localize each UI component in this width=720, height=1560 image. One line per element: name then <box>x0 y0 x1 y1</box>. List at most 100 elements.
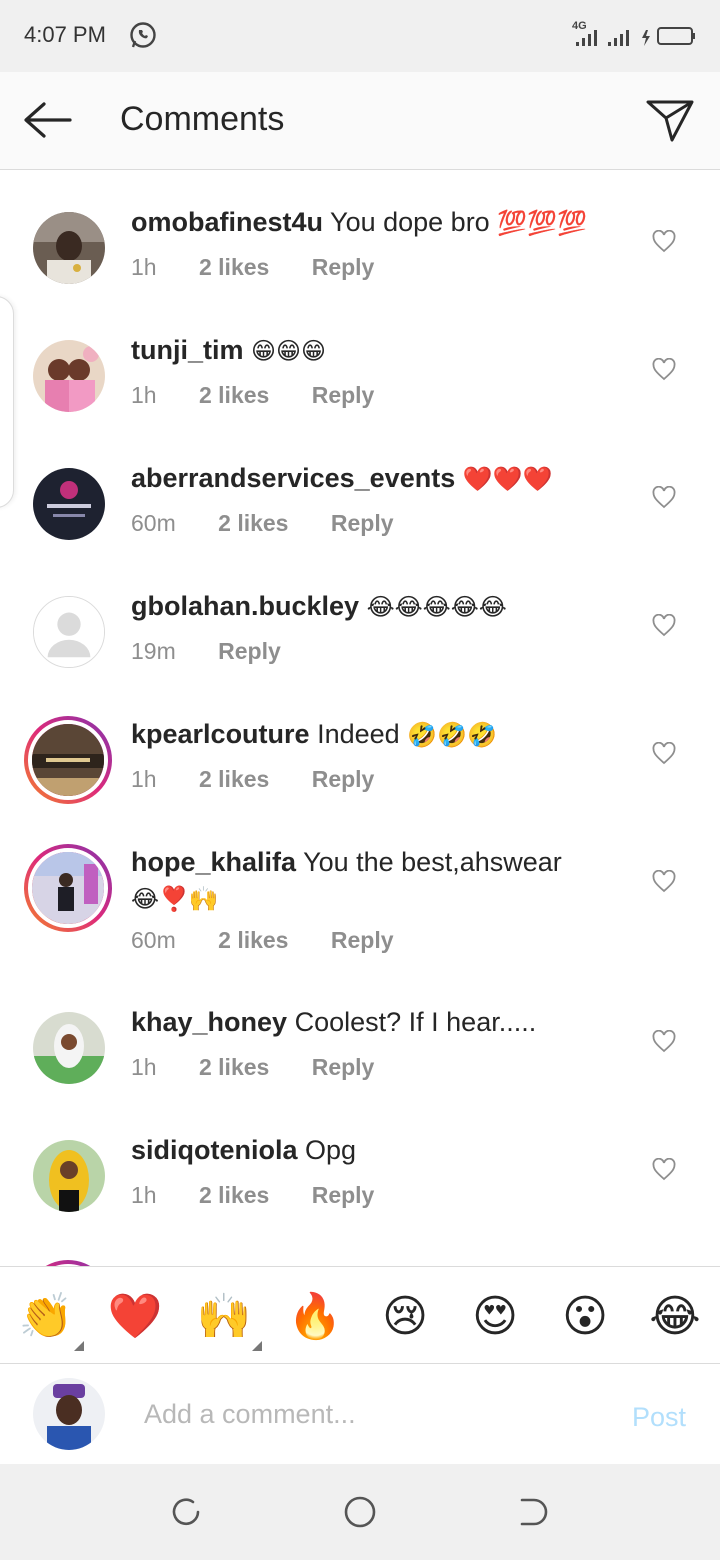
header: Comments <box>0 72 720 170</box>
comment-text: gbolahan.buckley 😂😂😂😂😂 <box>131 588 611 625</box>
reaction-laughing-icon[interactable]: 😂 <box>647 1289 703 1345</box>
avatar[interactable] <box>33 1012 105 1084</box>
reaction-fire-icon[interactable]: 🔥 <box>287 1289 343 1345</box>
likes-count[interactable]: 2 likes <box>199 254 269 280</box>
comment-username[interactable]: aberrandservices_events <box>131 463 455 493</box>
comment-time: 19m <box>131 638 176 664</box>
story-avatar[interactable] <box>24 716 112 804</box>
system-nav-bar <box>0 1464 720 1560</box>
comment-emoji: 💯💯💯 <box>497 209 587 237</box>
comment-time: 1h <box>131 1054 157 1080</box>
reaction-crying-icon[interactable]: 😢 <box>377 1289 433 1345</box>
comment-meta: 19m Reply <box>131 638 317 665</box>
default-avatar-icon[interactable] <box>33 596 105 668</box>
reply-button[interactable]: Reply <box>312 1182 375 1208</box>
reaction-raised-hands-icon[interactable]: 🙌 <box>196 1289 262 1351</box>
comment-emoji: 😁😁😁 <box>251 337 327 365</box>
heart-outline-icon[interactable] <box>652 614 676 638</box>
comment-username[interactable]: hope_khalifa <box>131 847 296 877</box>
likes-count[interactable]: 2 likes <box>199 382 269 408</box>
comment-username[interactable]: gbolahan.buckley <box>131 591 359 621</box>
comment-username[interactable]: tunji_tim <box>131 335 244 365</box>
comment-emoji: ❤️❤️❤️ <box>462 465 553 493</box>
avatar[interactable] <box>33 468 105 540</box>
comment-username[interactable]: sidiqoteniola <box>131 1135 298 1165</box>
reaction-clap-icon[interactable]: 👏 <box>18 1289 84 1351</box>
quick-reactions-bar: 👏 ❤️ 🙌 🔥 😢 😍 😮 😂 <box>0 1266 720 1364</box>
reply-button[interactable]: Reply <box>312 254 375 280</box>
comment-text: tunji_tim 😁😁😁 <box>131 332 611 369</box>
reaction-surprised-icon[interactable]: 😮 <box>557 1289 613 1345</box>
comment-input[interactable] <box>144 1394 584 1434</box>
comment-meta: 1h 2 likes Reply <box>131 1054 410 1081</box>
heart-outline-icon[interactable] <box>652 358 676 382</box>
network-type-label: 4G <box>572 20 587 32</box>
comment-meta: 1h 2 likes Reply <box>131 766 410 793</box>
comment-composer: Post <box>0 1364 720 1464</box>
comment-time: 1h <box>131 1182 157 1208</box>
comments-list: omobafinest4u You dope bro 💯💯💯 1h 2 like… <box>0 170 720 1266</box>
comment-text: omobafinest4u You dope bro 💯💯💯 <box>131 204 611 241</box>
comment-meta: 1h 2 likes Reply <box>131 1182 410 1209</box>
likes-count[interactable]: 2 likes <box>199 1054 269 1080</box>
reply-button[interactable]: Reply <box>218 638 281 664</box>
heart-outline-icon[interactable] <box>652 1030 676 1054</box>
status-bar: 4:07 PM 4G <box>0 0 720 72</box>
comment-meta: 60m 2 likes Reply <box>131 927 430 954</box>
comment-emoji: 😂❣️🙌 <box>131 885 219 913</box>
comment-text: kpearlcouture Indeed 🤣🤣🤣 <box>131 716 611 753</box>
comment-username[interactable]: omobafinest4u <box>131 207 323 237</box>
avatar[interactable] <box>33 1140 105 1212</box>
status-time: 4:07 PM <box>24 22 106 47</box>
comment-body: You dope bro <box>330 207 490 237</box>
comment-time: 60m <box>131 927 176 953</box>
reply-button[interactable]: Reply <box>331 927 394 953</box>
comment-time: 1h <box>131 254 157 280</box>
reply-button[interactable]: Reply <box>331 510 394 536</box>
back-arrow-icon[interactable] <box>20 98 76 142</box>
comment-body: Opg <box>305 1135 357 1165</box>
comment-emoji: 🤣🤣🤣 <box>407 721 497 749</box>
signal-icon: 4G <box>572 20 695 46</box>
home-icon[interactable] <box>342 1494 378 1530</box>
comment-username[interactable]: kpearlcouture <box>131 719 310 749</box>
reaction-heart-eyes-icon[interactable]: 😍 <box>467 1289 523 1345</box>
avatar[interactable] <box>33 212 105 284</box>
reaction-heart-icon[interactable]: ❤️ <box>107 1289 163 1345</box>
comment-body: You the best,ahswear <box>303 847 562 877</box>
comment-text: hope_khalifa You the best,ahswear 😂❣️🙌 <box>131 844 611 917</box>
paper-plane-icon[interactable] <box>644 96 696 144</box>
comment-text: sidiqoteniola Opg <box>131 1132 611 1169</box>
heart-outline-icon[interactable] <box>652 870 676 894</box>
back-nav-icon[interactable] <box>514 1494 550 1530</box>
heart-outline-icon[interactable] <box>652 230 676 254</box>
reply-button[interactable]: Reply <box>312 382 375 408</box>
comment-time: 60m <box>131 510 176 536</box>
comment-body: Indeed <box>317 719 400 749</box>
comment-emoji: 😂😂😂😂😂 <box>366 593 507 621</box>
heart-outline-icon[interactable] <box>652 486 676 510</box>
story-avatar[interactable] <box>24 844 112 932</box>
likes-count[interactable]: 2 likes <box>218 510 288 536</box>
likes-count[interactable]: 2 likes <box>199 766 269 792</box>
heart-outline-icon[interactable] <box>652 1158 676 1182</box>
comment-time: 1h <box>131 766 157 792</box>
whatsapp-icon <box>130 22 156 48</box>
comment-username[interactable]: khay_honey <box>131 1007 287 1037</box>
recent-apps-icon[interactable] <box>168 1494 204 1530</box>
comment-body: Coolest? If I hear..... <box>294 1007 537 1037</box>
reply-button[interactable]: Reply <box>312 1054 375 1080</box>
comment-text: aberrandservices_events ❤️❤️❤️ <box>131 460 611 497</box>
avatar[interactable] <box>33 340 105 412</box>
comment-meta: 1h 2 likes Reply <box>131 382 410 409</box>
comment-text: khay_honey Coolest? If I hear..... <box>131 1004 611 1041</box>
likes-count[interactable]: 2 likes <box>218 927 288 953</box>
heart-outline-icon[interactable] <box>652 742 676 766</box>
likes-count[interactable]: 2 likes <box>199 1182 269 1208</box>
comment-meta: 1h 2 likes Reply <box>131 254 410 281</box>
reply-button[interactable]: Reply <box>312 766 375 792</box>
comment-meta: 60m 2 likes Reply <box>131 510 430 537</box>
my-avatar <box>33 1378 105 1450</box>
post-button[interactable]: Post <box>632 1402 686 1433</box>
comment-time: 1h <box>131 382 157 408</box>
